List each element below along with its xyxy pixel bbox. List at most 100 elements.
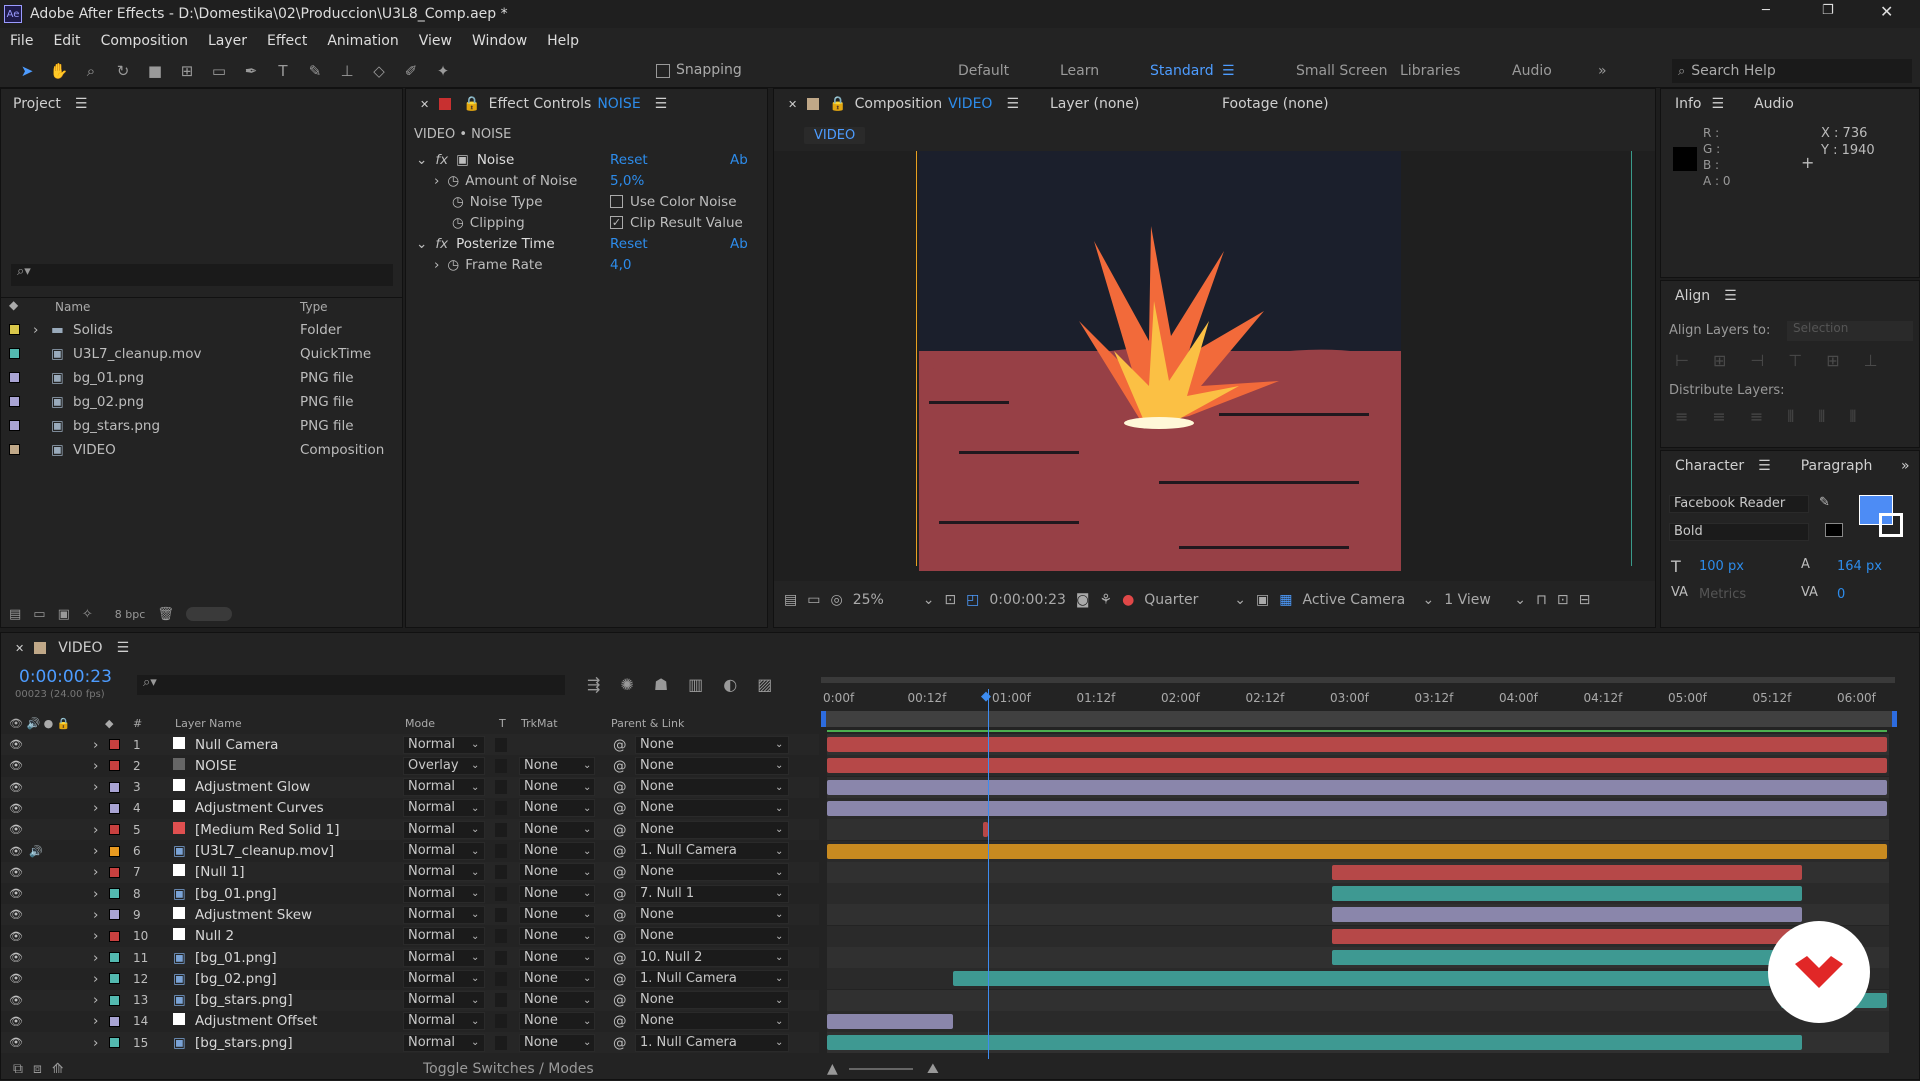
chevron-down-icon[interactable]: ⌄ [775,931,783,942]
workspace-libraries[interactable]: Libraries [1400,63,1460,79]
distribute-hcenter-icon[interactable]: ⦀ [1818,407,1825,427]
pickwhip-icon[interactable]: @ [613,971,627,987]
bpc-label[interactable]: 8 bpc [115,608,146,621]
close-tab-icon[interactable]: ✕ [788,98,797,111]
comp-tab-label[interactable]: Composition [855,96,942,112]
zoom-slider[interactable] [849,1068,913,1070]
t-switch[interactable] [495,993,507,1008]
pickwhip-icon[interactable]: @ [613,907,627,923]
parent-select[interactable]: 7. Null 1 [635,884,789,903]
workspace-small-screen[interactable]: Small Screen [1296,63,1387,79]
chevron-down-icon[interactable]: ⌄ [923,592,935,608]
t-switch[interactable] [495,971,507,986]
layer-label-color[interactable] [109,802,120,814]
label-color[interactable] [9,348,20,359]
mask-icon[interactable]: ◎ [830,592,842,608]
fit-icon[interactable]: ⊡ [944,592,956,608]
comp-tab-name[interactable]: VIDEO [948,96,992,112]
collapse-arrow-icon[interactable]: ⌄ [416,152,427,168]
panel-menu-icon[interactable]: ☰ [117,640,130,656]
pickwhip-icon[interactable]: @ [613,886,627,902]
roto-brush-tool-icon[interactable]: ✐ [398,58,424,84]
chevron-down-icon[interactable]: ⌄ [471,931,479,942]
label-color[interactable] [9,372,20,383]
t-switch[interactable] [495,865,507,880]
layer-duration-bar[interactable] [827,1035,1803,1051]
snapshot-icon[interactable]: ◙ [1076,592,1090,608]
layer-duration-bar[interactable] [1331,864,1803,880]
layer-label-color[interactable] [109,909,120,921]
viewer-area[interactable] [774,151,1655,581]
toggle-pixel-icon[interactable]: ⊓ [1536,592,1547,608]
layer-row[interactable]: 👁 › 8 ▣ [bg_01.png] Normal ⌄ None ⌄ @ 7. … [1,883,819,905]
layer-name[interactable]: [bg_01.png] [195,886,277,902]
layer-label-color[interactable] [109,845,120,857]
layer-label-color[interactable] [109,781,120,793]
layer-name[interactable]: [bg_01.png] [195,950,277,966]
t-switch[interactable] [495,801,507,816]
parent-select[interactable]: None [635,1012,789,1031]
layer-name[interactable]: Adjustment Glow [195,779,310,795]
rectangle-tool-icon[interactable]: ▭ [206,58,232,84]
chevron-down-icon[interactable]: ⌄ [471,739,479,750]
chevron-down-icon[interactable]: ⌄ [471,888,479,899]
use-color-noise-checkbox[interactable] [610,195,623,208]
expand-arrow-icon[interactable]: › [93,737,98,753]
audio-tab[interactable]: Audio [1754,96,1794,112]
chevron-down-icon[interactable]: ⌄ [775,782,783,793]
layer-label-color[interactable] [109,930,120,942]
visibility-eye-icon[interactable]: 👁 [9,802,23,815]
comp-flowchart-icon[interactable]: ⇶ [587,675,600,694]
pickwhip-icon[interactable]: @ [613,1013,627,1029]
menu-window[interactable]: Window [462,33,537,49]
pickwhip-icon[interactable]: @ [613,758,627,774]
t-switch[interactable] [495,780,507,795]
chevron-down-icon[interactable]: ⌄ [583,867,591,878]
panel-menu-icon[interactable]: ☰ [1006,96,1019,112]
collapse-arrow-icon[interactable]: ⌄ [416,236,427,252]
layer-duration-bar[interactable] [827,737,1887,752]
layer-label-color[interactable] [109,888,120,900]
chevron-down-icon[interactable]: ⌄ [471,760,479,771]
posterize-effect-row[interactable]: ⌄ fx Posterize Time Reset Ab [406,233,767,254]
panel-menu-icon[interactable]: ☰ [1758,458,1771,474]
visibility-eye-icon[interactable]: 👁 [9,930,23,943]
chevron-down-icon[interactable]: ⌄ [775,973,783,984]
visibility-eye-icon[interactable]: 👁 [9,887,23,900]
layer-duration-bar[interactable] [827,758,1887,774]
pickwhip-icon[interactable]: @ [613,822,627,838]
layer-row[interactable]: 👁 › 4 Adjustment Curves Normal ⌄ None ⌄ @… [1,797,819,819]
distribute-left-icon[interactable]: ⦀ [1787,407,1794,427]
t-switch[interactable] [495,758,507,773]
kerning-value[interactable]: Metrics [1699,587,1746,602]
chevron-down-icon[interactable]: ⌄ [775,1037,783,1048]
mode-column[interactable]: Mode [405,717,435,730]
workspace-audio[interactable]: Audio [1512,63,1552,79]
current-time-indicator[interactable] [988,689,989,1059]
layer-duration-bar[interactable] [953,971,1803,987]
frame-icon[interactable]: ⟰ [52,1061,64,1077]
layer-row[interactable]: 👁 › 11 ▣ [bg_01.png] Normal ⌄ None ⌄ @ 10… [1,947,819,968]
menu-animation[interactable]: Animation [317,33,408,49]
clone-stamp-tool-icon[interactable]: ⊥ [334,58,360,84]
chevron-down-icon[interactable]: ⌄ [775,739,783,750]
expand-arrow-icon[interactable]: › [93,864,98,880]
chevron-down-icon[interactable]: ⌄ [775,867,783,878]
leading-value[interactable]: 164 px [1837,559,1882,574]
visibility-eye-icon[interactable]: 👁 [9,759,23,772]
puppet-tool-icon[interactable]: ✦ [430,58,456,84]
fx-icon[interactable]: fx [435,152,448,168]
workspace-standard[interactable]: Standard [1150,63,1214,79]
layer-name[interactable]: [bg_02.png] [195,971,277,987]
menu-effect[interactable]: Effect [257,33,317,49]
layer-name[interactable]: [Null 1] [195,864,245,880]
layer-name[interactable]: Null 2 [195,928,234,944]
zoom-in-icon[interactable]: ⛰ [927,1061,939,1077]
layer-duration-bar[interactable] [827,800,1887,816]
menu-view[interactable]: View [409,33,462,49]
comp-breadcrumb[interactable]: VIDEO [804,127,866,144]
noise-effect-row[interactable]: ⌄ fx ▣ Noise Reset Ab [406,149,767,170]
black-swatch[interactable] [1825,523,1843,537]
parent-select[interactable]: None [635,735,789,754]
visibility-eye-icon[interactable]: 👁 [9,908,23,921]
